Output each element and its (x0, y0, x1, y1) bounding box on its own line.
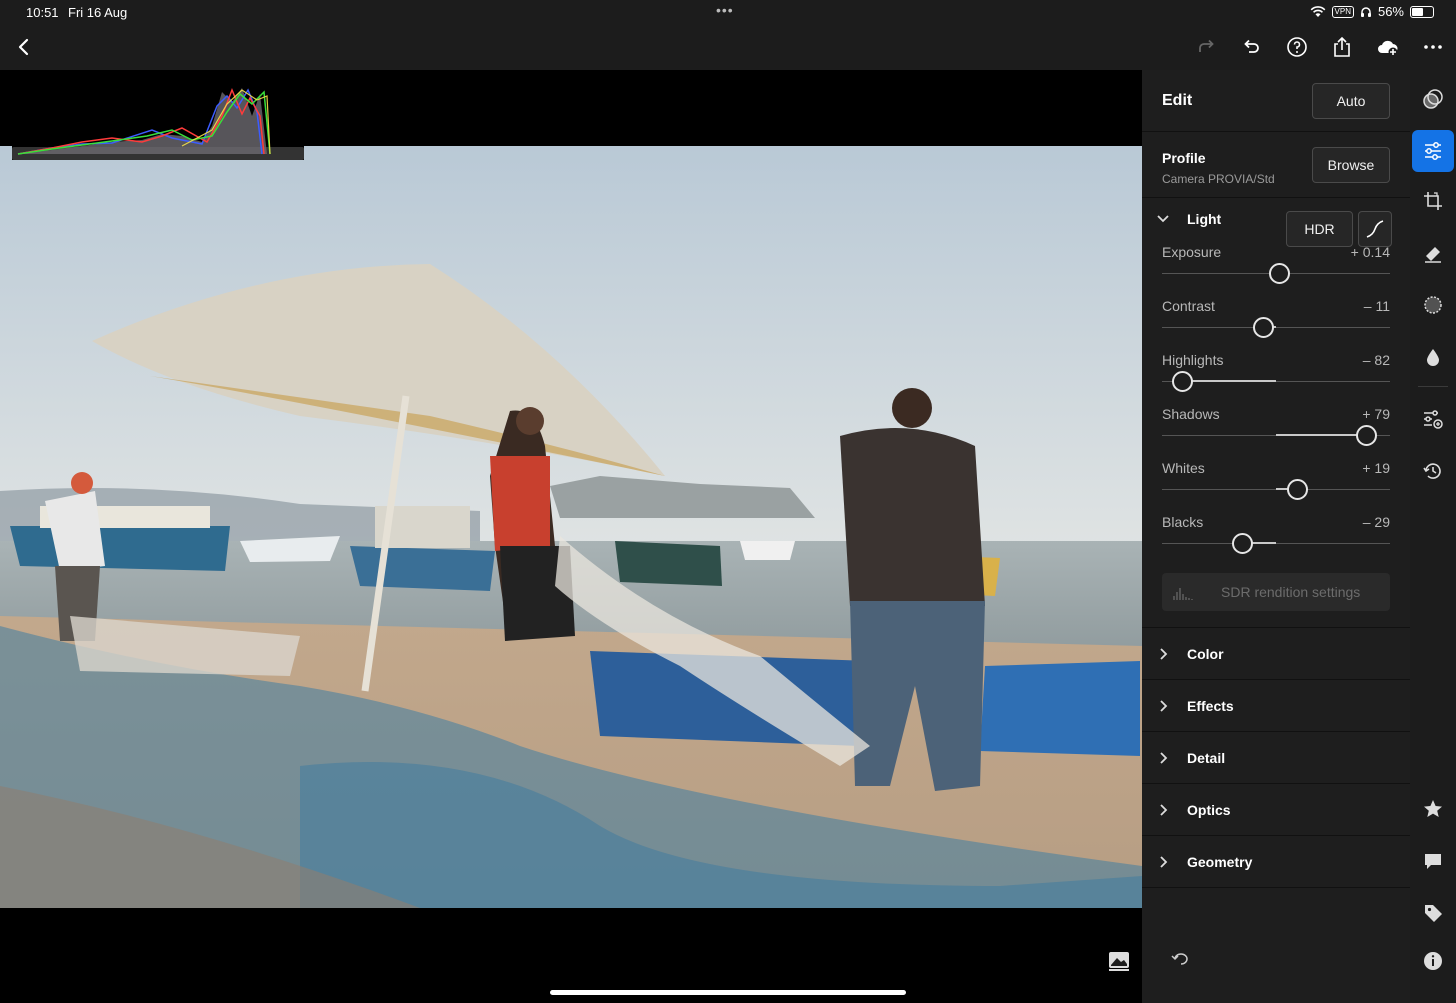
geometry-section[interactable]: Geometry (1142, 836, 1410, 888)
effects-section[interactable]: Effects (1142, 680, 1410, 732)
info-icon[interactable] (1418, 946, 1448, 976)
home-indicator[interactable] (550, 990, 906, 995)
exposure-value[interactable]: + 0.14 (1351, 244, 1390, 260)
tone-curve-button[interactable] (1358, 211, 1392, 247)
histogram-small-icon (1173, 588, 1193, 600)
chevron-right-icon (1160, 648, 1168, 660)
exposure-knob[interactable] (1268, 263, 1290, 284)
profile-value: Camera PROVIA/Std (1162, 172, 1275, 186)
highlights-fill (1182, 380, 1276, 382)
photo-preview[interactable] (0, 146, 1142, 908)
history-icon[interactable] (1418, 456, 1448, 486)
blacks-slider[interactable]: Blacks – 29 (1162, 514, 1390, 564)
whites-knob[interactable] (1287, 479, 1309, 500)
curve-icon (1366, 220, 1384, 238)
optics-section-title: Optics (1187, 802, 1231, 818)
versions-icon[interactable] (1418, 404, 1448, 434)
undo-icon[interactable] (1237, 33, 1265, 61)
sdr-rendition-button[interactable]: SDR rendition settings (1162, 573, 1390, 611)
shadows-slider[interactable]: Shadows + 79 (1162, 406, 1390, 456)
highlights-label: Highlights (1162, 352, 1224, 368)
shadows-label: Shadows (1162, 406, 1220, 422)
status-time: 10:51 (26, 5, 59, 20)
battery-percent: 56% (1377, 4, 1404, 19)
contrast-track[interactable] (1162, 327, 1390, 328)
vpn-badge: VPN (1331, 5, 1354, 18)
reset-icon[interactable] (1170, 950, 1190, 968)
color-section-title: Color (1187, 646, 1224, 662)
shadows-knob[interactable] (1355, 425, 1377, 446)
chevron-down-icon (1157, 215, 1169, 223)
whites-label: Whites (1162, 460, 1205, 476)
contrast-value[interactable]: – 11 (1364, 298, 1390, 314)
photo-canvas[interactable] (0, 70, 1142, 1003)
contrast-knob[interactable] (1252, 317, 1274, 338)
healing-eraser-icon[interactable] (1418, 238, 1448, 268)
auto-button[interactable]: Auto (1312, 83, 1390, 119)
compare-icon[interactable] (1107, 950, 1131, 972)
rail-divider (1418, 386, 1448, 387)
panel-title: Edit (1162, 92, 1193, 109)
optics-section[interactable]: Optics (1142, 784, 1410, 836)
chevron-right-icon (1160, 700, 1168, 712)
detail-section-title: Detail (1187, 750, 1226, 766)
share-icon[interactable] (1328, 33, 1356, 61)
comment-icon[interactable] (1418, 846, 1448, 876)
edit-sliders-icon[interactable] (1412, 130, 1454, 172)
color-section[interactable]: Color (1142, 628, 1410, 680)
effects-section-title: Effects (1187, 698, 1234, 714)
contrast-slider[interactable]: Contrast – 11 (1162, 298, 1390, 348)
star-icon[interactable] (1418, 794, 1448, 824)
edit-panel-header: Edit Auto (1142, 70, 1410, 132)
wifi-icon (1310, 5, 1325, 17)
profile-section: Profile Camera PROVIA/Std Browse (1142, 132, 1410, 198)
presets-icon[interactable] (1418, 84, 1448, 114)
exposure-label: Exposure (1162, 244, 1222, 260)
light-section: Light HDR Exposure + 0.14 Contrast – 11 High… (1142, 198, 1410, 628)
tool-rail (1410, 70, 1456, 1003)
blacks-track[interactable] (1162, 543, 1390, 544)
detail-section[interactable]: Detail (1142, 732, 1410, 784)
back-icon[interactable] (10, 33, 38, 61)
blacks-value[interactable]: – 29 (1363, 514, 1390, 530)
hdr-button[interactable]: HDR (1286, 211, 1353, 247)
edit-panel: Edit Auto Profile Camera PROVIA/Std Brow… (1142, 70, 1410, 1003)
highlights-value[interactable]: – 82 (1363, 352, 1390, 368)
tag-icon[interactable] (1418, 898, 1448, 928)
redo-icon[interactable] (1192, 33, 1220, 61)
profile-label: Profile (1162, 150, 1206, 166)
highlights-slider[interactable]: Highlights – 82 (1162, 352, 1390, 402)
top-toolbar (0, 24, 1456, 70)
chevron-right-icon (1160, 856, 1168, 868)
highlights-knob[interactable] (1172, 371, 1194, 392)
light-section-title: Light (1187, 211, 1222, 227)
browse-button[interactable]: Browse (1312, 147, 1390, 183)
shadows-value[interactable]: + 79 (1362, 406, 1390, 422)
exposure-slider[interactable]: Exposure + 0.14 (1162, 244, 1390, 294)
masking-icon[interactable] (1418, 290, 1448, 320)
shadows-fill (1276, 434, 1367, 436)
sdr-rendition-label: SDR rendition settings (1221, 584, 1361, 600)
whites-value[interactable]: + 19 (1362, 460, 1390, 476)
blur-drop-icon[interactable] (1418, 342, 1448, 372)
whites-slider[interactable]: Whites + 19 (1162, 460, 1390, 510)
status-bar: 10:51 Fri 16 Aug ••• VPN 56% (0, 0, 1456, 24)
more-icon[interactable] (1419, 33, 1447, 61)
help-icon[interactable] (1283, 33, 1311, 61)
status-date: Fri 16 Aug (68, 5, 128, 20)
chevron-right-icon (1160, 804, 1168, 816)
contrast-label: Contrast (1162, 298, 1215, 314)
blacks-label: Blacks (1162, 514, 1204, 530)
battery-icon (1410, 5, 1434, 18)
blacks-knob[interactable] (1232, 533, 1254, 554)
cloud-add-icon[interactable] (1373, 33, 1401, 61)
chevron-right-icon (1160, 752, 1168, 764)
headphones-icon (1360, 6, 1371, 17)
crop-icon[interactable] (1418, 186, 1448, 216)
histogram[interactable] (12, 86, 304, 160)
multitasking-dots[interactable]: ••• (716, 2, 734, 18)
geometry-section-title: Geometry (1187, 854, 1253, 870)
